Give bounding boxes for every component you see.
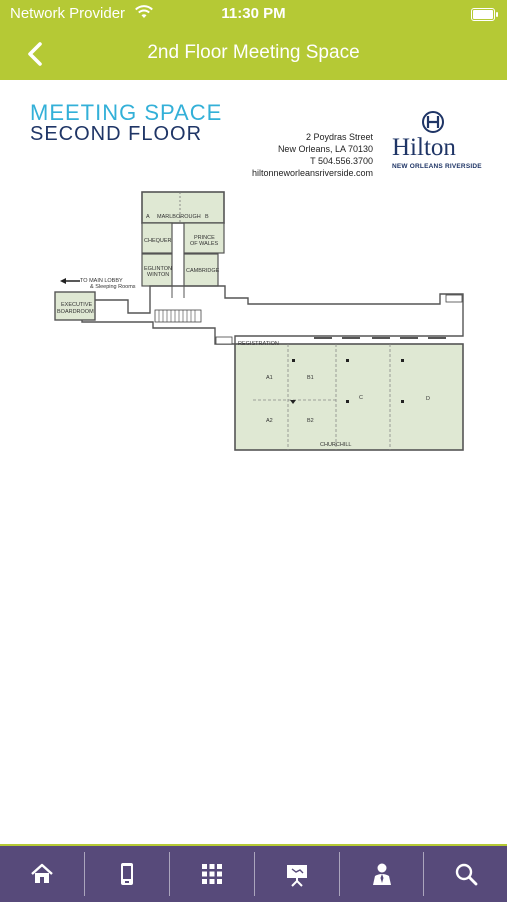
navigation-bar: 2nd Floor Meeting Space [0, 28, 507, 80]
presentation-easel-icon [287, 865, 307, 887]
room-label-marlborough-a: A [146, 214, 150, 220]
room-label-d: D [426, 396, 430, 402]
search-icon [455, 863, 478, 886]
tab-speakers[interactable] [340, 846, 424, 902]
room-label-executive-1: EXECUTIVE [61, 302, 93, 308]
brand-name: Hilton [392, 134, 456, 161]
room-label-marlborough: MARLBOROUGH [157, 214, 201, 220]
tab-sessions[interactable] [255, 846, 339, 902]
room-label-b2: B2 [307, 418, 314, 424]
room-label-registration: REGISTRATION [238, 341, 279, 347]
room-label-a1: A1 [266, 375, 273, 381]
room-label-b1: B1 [307, 375, 314, 381]
tab-home[interactable] [0, 846, 84, 902]
lobby-label-2: & Sleeping Rooms [90, 284, 136, 290]
room-label-c: C [359, 395, 363, 401]
room-label-chequer: CHEQUER [144, 238, 172, 244]
clock: 11:30 PM [221, 5, 286, 22]
address-phone: T 504.556.3700 [310, 156, 373, 166]
home-icon [31, 863, 53, 883]
room-label-a2: A2 [266, 418, 273, 424]
room-label-eglinton-2: WINTON [147, 272, 169, 278]
brand-subtitle: NEW ORLEANS RIVERSIDE [392, 163, 482, 170]
tab-search[interactable] [424, 846, 507, 902]
tab-mobile[interactable] [85, 846, 169, 902]
floorplan-map: A MARLBOROUGH B CHEQUER PRINCE OF WALES … [54, 191, 464, 451]
tab-grid[interactable] [170, 846, 254, 902]
room-label-prince-2: OF WALES [190, 241, 219, 247]
grid-icon [202, 864, 222, 884]
room-label-cambridge: CAMBRIDGE [186, 268, 220, 274]
tab-bar [0, 844, 507, 902]
address-city: New Orleans, LA 70130 [277, 144, 373, 154]
speaker-person-icon [373, 863, 391, 885]
status-bar: Network Provider 11:30 PM [0, 0, 507, 28]
address-website: hiltonneworleansriverside.com [251, 168, 373, 178]
mobile-device-icon [121, 863, 133, 885]
room-label-churchill: CHURCHILL [320, 442, 351, 448]
address-street: 2 Poydras Street [305, 132, 373, 142]
room-label-executive-2: BOARDROOM [57, 309, 94, 315]
page-title: 2nd Floor Meeting Space [147, 42, 360, 63]
hotel-address: 2 Poydras Street New Orleans, LA 70130 T… [230, 131, 373, 179]
room-label-marlborough-b: B [205, 214, 209, 220]
floorplan-heading-line2: SECOND FLOOR [30, 123, 203, 145]
battery-icon [471, 8, 498, 21]
